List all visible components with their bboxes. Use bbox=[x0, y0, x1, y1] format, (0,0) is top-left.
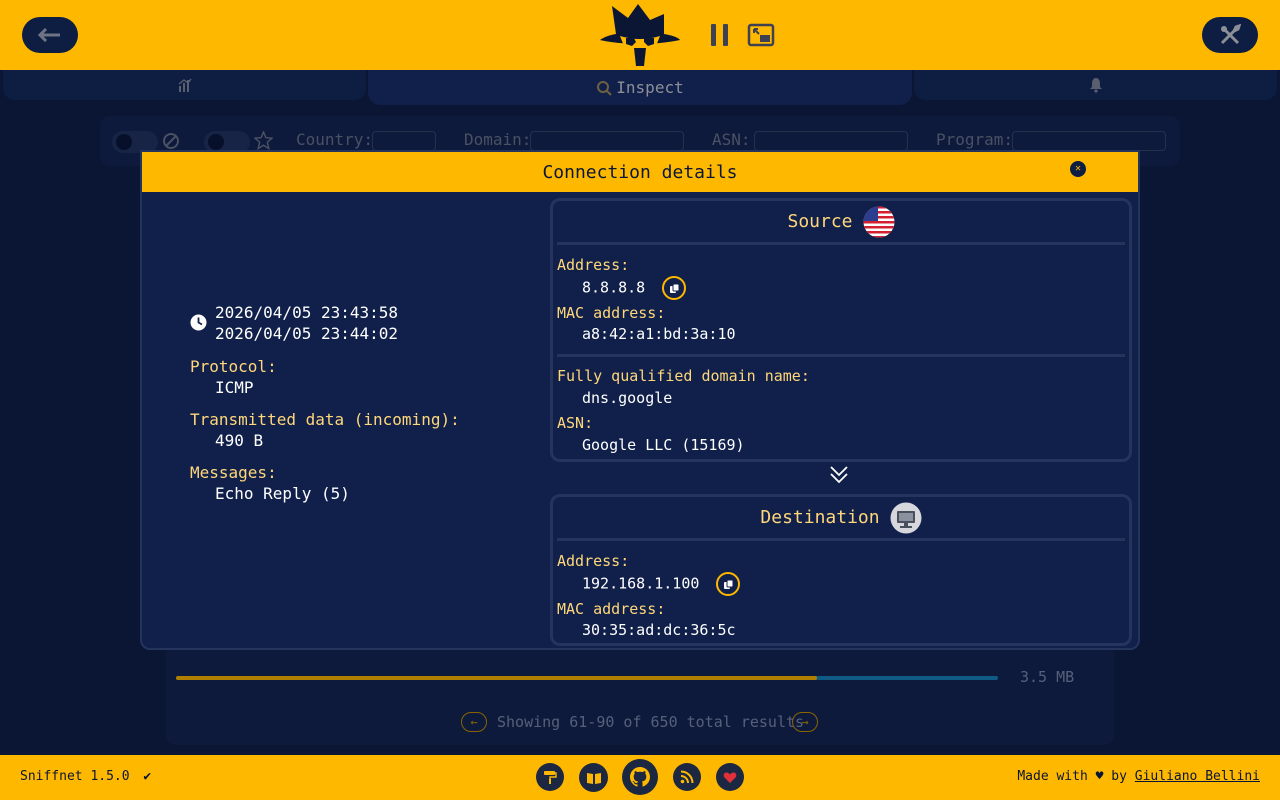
arrow-left-icon: ← bbox=[470, 715, 478, 729]
source-title-text: Source bbox=[787, 211, 853, 232]
transmitted-value: 490 B bbox=[215, 431, 264, 450]
asn-label: ASN: bbox=[557, 414, 594, 432]
chart-icon bbox=[178, 78, 192, 92]
source-title: Source bbox=[557, 201, 1125, 245]
tab-inspect-label: Inspect bbox=[616, 78, 684, 97]
back-button[interactable] bbox=[22, 17, 78, 53]
checkmark-icon: ✔ bbox=[143, 769, 152, 784]
rss-icon bbox=[680, 770, 694, 784]
github-icon bbox=[630, 767, 650, 787]
fqdn-label: Fully qualified domain name: bbox=[557, 367, 810, 385]
star-icon bbox=[254, 131, 273, 150]
tools-icon bbox=[1220, 24, 1241, 45]
destination-title: Destination bbox=[557, 497, 1125, 541]
author-link[interactable]: Giuliano Bellini bbox=[1135, 769, 1260, 784]
timestamps: 2026/04/05 23:43:58 2026/04/05 23:44:02 bbox=[190, 302, 460, 344]
destination-address-value: 192.168.1.100 bbox=[582, 574, 700, 593]
double-chevron-down-icon bbox=[830, 466, 848, 484]
asn-filter-input[interactable] bbox=[754, 131, 908, 151]
source-mac-value: a8:42:a1:bd:3a:10 bbox=[582, 325, 736, 343]
traffic-bar-incoming bbox=[176, 676, 817, 680]
destination-address-label: Address: bbox=[557, 552, 630, 570]
pause-icon[interactable] bbox=[705, 20, 735, 50]
domain-filter-label: Domain: bbox=[464, 130, 532, 149]
computer-icon bbox=[890, 502, 922, 533]
sniffnet-logo-icon bbox=[600, 4, 680, 66]
destination-address-row: 192.168.1.100 bbox=[557, 572, 1125, 596]
magnifier-icon bbox=[597, 80, 612, 96]
source-divider bbox=[557, 354, 1125, 357]
source-address-value: 8.8.8.8 bbox=[582, 278, 646, 297]
bell-icon bbox=[1089, 78, 1102, 93]
country-filter-label: Country: bbox=[296, 130, 374, 149]
us-flag-icon bbox=[863, 206, 895, 237]
modal-header: Connection details ✕ bbox=[142, 152, 1138, 192]
total-size: 3.5 MB bbox=[1020, 668, 1075, 686]
pagination-text: Showing 61-90 of 650 total results bbox=[497, 713, 805, 731]
destination-mac-label: MAC address: bbox=[557, 600, 666, 618]
copy-destination-address-button[interactable] bbox=[716, 572, 741, 596]
heart-icon bbox=[723, 772, 737, 783]
blocked-icon bbox=[163, 133, 179, 149]
source-card: Source Address: 8.8.8.8 MAC address: a8:… bbox=[550, 198, 1132, 462]
app-footer: Sniffnet 1.5.0 ✔ Made with ♥ by Giuliano… bbox=[0, 755, 1280, 800]
close-icon: ✕ bbox=[1074, 163, 1082, 174]
version-label: Sniffnet 1.5.0 bbox=[20, 769, 130, 784]
app-header bbox=[0, 0, 1280, 70]
by-label: by bbox=[1111, 769, 1127, 784]
heart-icon: ♥ bbox=[1095, 769, 1104, 784]
close-button[interactable]: ✕ bbox=[1070, 161, 1086, 177]
tab-overview[interactable] bbox=[3, 70, 366, 100]
program-filter-label: Program: bbox=[936, 130, 1014, 149]
protocol-value: ICMP bbox=[215, 378, 254, 397]
sponsor-button[interactable] bbox=[716, 763, 744, 791]
arrow-right-icon: → bbox=[801, 715, 809, 729]
picture-in-picture-icon[interactable] bbox=[746, 20, 776, 50]
program-filter-input[interactable] bbox=[1012, 131, 1166, 151]
asn-filter-label: ASN: bbox=[712, 130, 751, 149]
destination-mac-value: 30:35:ad:dc:36:5c bbox=[582, 621, 736, 639]
asn-value: Google LLC (15169) bbox=[582, 436, 745, 454]
transmitted-label: Transmitted data (incoming): bbox=[190, 410, 460, 429]
country-filter-input[interactable] bbox=[372, 131, 436, 151]
tab-inspect[interactable]: Inspect bbox=[368, 70, 912, 105]
modal-title: Connection details bbox=[542, 161, 738, 183]
copy-icon bbox=[723, 579, 734, 589]
fqdn-value: dns.google bbox=[582, 389, 673, 407]
connection-summary: 2026/04/05 23:43:58 2026/04/05 23:44:02 … bbox=[190, 302, 460, 504]
credits: Made with ♥ by Giuliano Bellini bbox=[1017, 769, 1260, 784]
paint-roller-icon bbox=[544, 771, 557, 784]
style-button[interactable] bbox=[536, 763, 564, 791]
version-info: Sniffnet 1.5.0 ✔ bbox=[20, 769, 151, 784]
connections-table: 3.5 MB ← Showing 61-90 of 650 total resu… bbox=[166, 640, 1114, 745]
prev-page-button[interactable]: ← bbox=[461, 712, 487, 732]
connection-details-modal: Connection details ✕ 2026/04/05 23:43:58… bbox=[140, 150, 1140, 650]
messages-label: Messages: bbox=[190, 463, 277, 482]
destination-title-text: Destination bbox=[760, 507, 880, 528]
made-with-label: Made with bbox=[1017, 769, 1088, 784]
settings-button[interactable] bbox=[1202, 17, 1258, 53]
arrow-left-icon bbox=[38, 28, 60, 42]
messages-value: Echo Reply (5) bbox=[215, 484, 350, 503]
source-address-row: 8.8.8.8 bbox=[557, 276, 1125, 300]
source-mac-label: MAC address: bbox=[557, 304, 666, 322]
domain-filter-input[interactable] bbox=[530, 131, 684, 151]
copy-icon bbox=[669, 283, 680, 293]
tab-notifications[interactable] bbox=[914, 70, 1277, 100]
protocol-label: Protocol: bbox=[190, 357, 277, 376]
end-time: 2026/04/05 23:44:02 bbox=[215, 324, 399, 343]
book-icon bbox=[586, 772, 601, 784]
news-button[interactable] bbox=[673, 763, 701, 791]
destination-card: Destination Address: 192.168.1.100 MAC a… bbox=[550, 494, 1132, 646]
github-button[interactable] bbox=[622, 759, 658, 795]
copy-source-address-button[interactable] bbox=[662, 276, 687, 300]
wiki-button[interactable] bbox=[579, 763, 608, 792]
source-address-label: Address: bbox=[557, 256, 630, 274]
next-page-button[interactable]: → bbox=[792, 712, 818, 732]
clock-icon bbox=[190, 314, 207, 331]
start-time: 2026/04/05 23:43:58 bbox=[215, 303, 399, 322]
